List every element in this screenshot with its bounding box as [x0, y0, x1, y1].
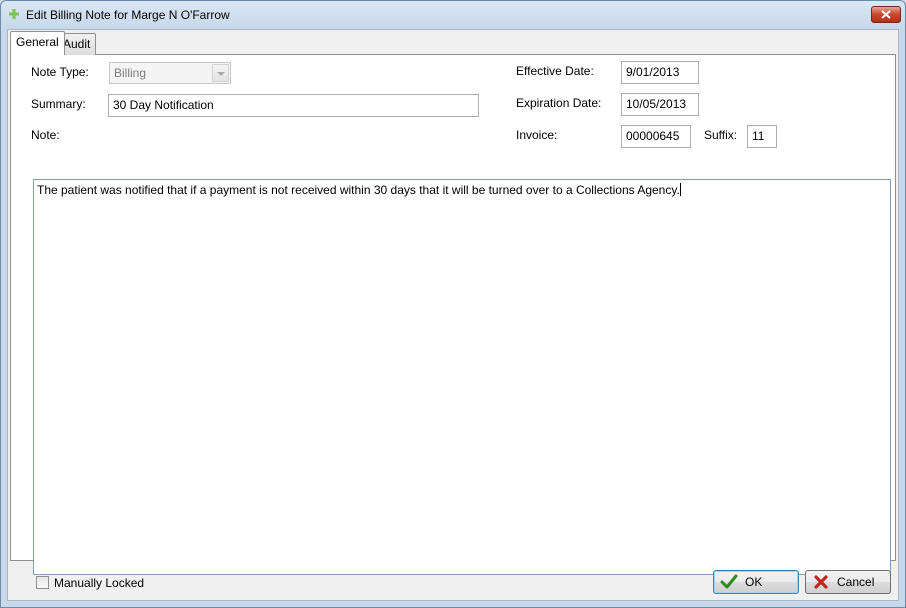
close-icon — [881, 10, 891, 19]
note-type-select[interactable]: Billing — [109, 62, 231, 84]
expiration-date-input[interactable]: 10/05/2013 — [621, 93, 699, 116]
ok-label: OK — [745, 575, 763, 589]
note-label: Note: — [31, 128, 60, 142]
expiration-date-label: Expiration Date: — [516, 96, 602, 110]
checkmark-icon — [720, 574, 738, 590]
suffix-input[interactable]: 11 — [747, 125, 777, 148]
cancel-button[interactable]: Cancel — [805, 570, 891, 594]
tab-general[interactable]: General — [10, 31, 65, 55]
window-title: Edit Billing Note for Marge N O'Farrow — [26, 8, 230, 22]
app-icon — [9, 9, 19, 19]
chevron-down-icon[interactable] — [212, 64, 229, 82]
suffix-label: Suffix: — [704, 128, 738, 142]
ok-button[interactable]: OK — [713, 570, 799, 594]
summary-input[interactable]: 30 Day Notification — [108, 94, 479, 117]
dialog-window: Edit Billing Note for Marge N O'Farrow G… — [0, 0, 906, 608]
close-button[interactable] — [871, 6, 901, 23]
cancel-label: Cancel — [837, 575, 875, 589]
note-textarea[interactable]: The patient was notified that if a payme… — [33, 179, 891, 575]
note-type-value: Billing — [114, 66, 147, 80]
invoice-label: Invoice: — [516, 128, 558, 142]
note-text: The patient was notified that if a payme… — [37, 183, 680, 197]
summary-label: Summary: — [31, 97, 86, 111]
invoice-input[interactable]: 00000645 — [621, 125, 691, 148]
cancel-x-icon — [812, 574, 830, 590]
text-caret — [679, 183, 681, 196]
manually-locked-label[interactable]: Manually Locked — [54, 576, 144, 590]
manually-locked-checkbox[interactable] — [36, 576, 49, 589]
dialog-body: General Audit Note Type: Billing Summary… — [7, 29, 899, 601]
effective-date-input[interactable]: 9/01/2013 — [621, 61, 699, 84]
title-bar[interactable]: Edit Billing Note for Marge N O'Farrow — [1, 1, 905, 29]
effective-date-label: Effective Date: — [516, 64, 594, 78]
general-panel: Note Type: Billing Summary: 30 Day Notif… — [10, 54, 896, 575]
note-type-label: Note Type: — [31, 65, 89, 79]
